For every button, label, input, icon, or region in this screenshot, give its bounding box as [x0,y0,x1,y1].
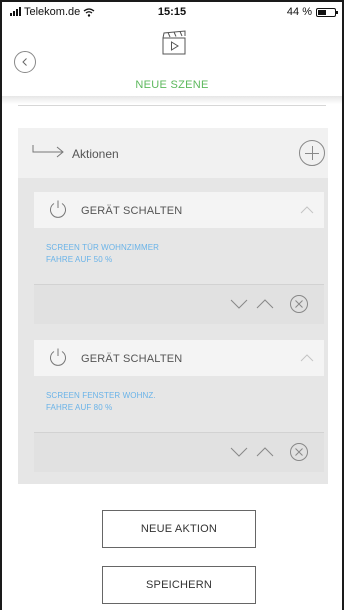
move-down-icon[interactable] [230,447,248,457]
delete-icon[interactable] [289,442,309,462]
battery-percent: 44 % [286,6,312,18]
action-command-label: FAHRE AUF 80 % [46,403,113,412]
power-icon [50,348,66,366]
arrow-right-icon [32,145,64,158]
action-item-header[interactable]: GERÄT SCHALTEN [34,192,324,228]
chevron-left-icon [22,58,27,66]
chevron-up-icon[interactable] [300,206,314,214]
power-icon [50,200,66,218]
actions-label: Aktionen [72,147,119,161]
action-command-label: FAHRE AUF 50 % [46,255,113,264]
battery-area: 44 % [286,6,338,18]
move-up-icon[interactable] [256,447,274,457]
add-action-button[interactable] [299,140,325,166]
status-bar: Telekom.de 15:15 44 % [2,2,342,22]
action-device-label: SCREEN TÜR WOHNZIMMER [46,243,160,252]
chevron-up-icon[interactable] [300,354,314,362]
page-title: NEUE SZENE [135,79,209,91]
delete-icon[interactable] [289,294,309,314]
new-action-button[interactable]: NEUE AKTION [102,510,256,548]
action-item: GERÄT SCHALTEN SCREEN FENSTER WOHNZ. FAH… [34,340,324,472]
action-item-details: SCREEN TÜR WOHNZIMMER FAHRE AUF 50 % [34,228,324,284]
actions-list: GERÄT SCHALTEN SCREEN TÜR WOHNZIMMER FAH… [18,178,328,484]
save-button[interactable]: SPEICHERN [102,566,256,604]
clapperboard-play-icon [162,30,186,55]
action-device-label: SCREEN FENSTER WOHNZ. [46,391,156,400]
battery-icon [316,7,338,17]
action-item-details: SCREEN FENSTER WOHNZ. FAHRE AUF 80 % [34,376,324,432]
action-item-title: GERÄT SCHALTEN [81,205,183,217]
action-item-header[interactable]: GERÄT SCHALTEN [34,340,324,376]
actions-card: Aktionen GERÄT SCHALTEN SCREEN TÜR WOHNZ… [18,128,328,484]
app-frame: Telekom.de 15:15 44 % NEUE SZENE Aktione… [0,0,344,610]
move-down-icon[interactable] [230,299,248,309]
action-item-controls [34,284,324,324]
move-up-icon[interactable] [256,299,274,309]
header: NEUE SZENE [2,22,342,96]
actions-header: Aktionen [18,128,328,178]
back-button[interactable] [14,51,36,73]
action-item-controls [34,432,324,472]
section-divider [18,100,326,106]
action-item: GERÄT SCHALTEN SCREEN TÜR WOHNZIMMER FAH… [34,192,324,324]
action-item-title: GERÄT SCHALTEN [81,353,183,365]
